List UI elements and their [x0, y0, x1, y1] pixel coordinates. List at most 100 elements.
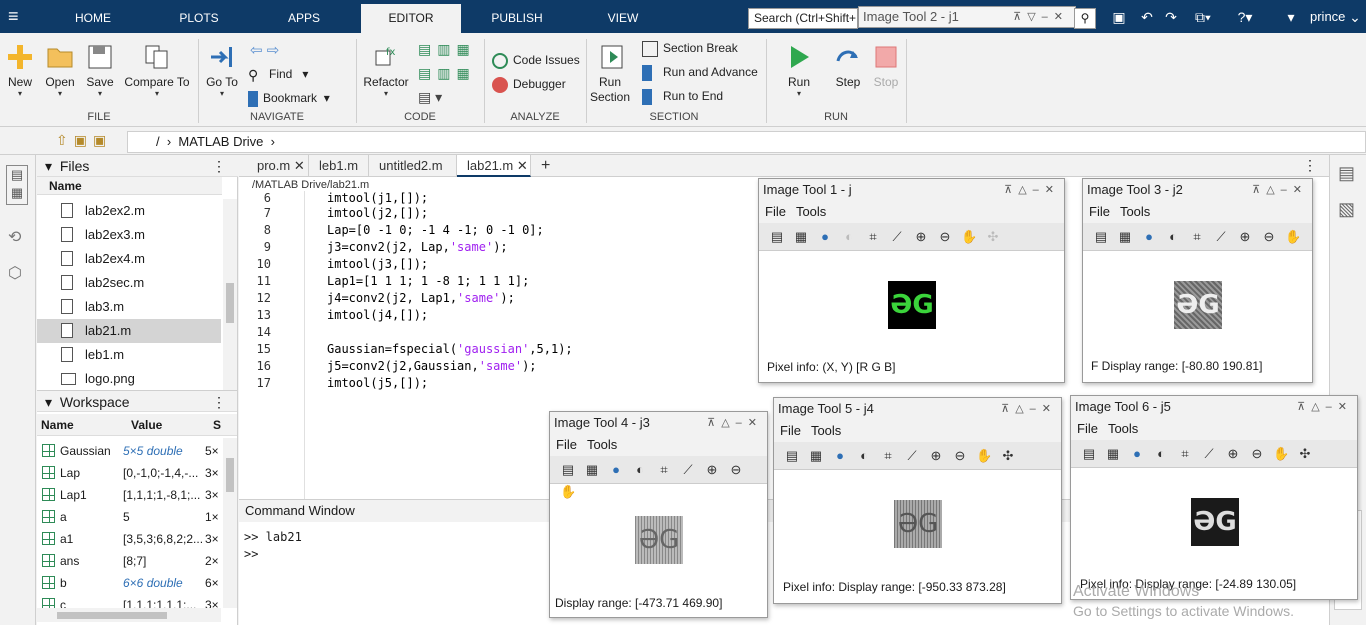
tab-leb1[interactable]: leb1.m ✕: [309, 155, 369, 195]
code-line[interactable]: j4=conv2(j2, Lap1,'same');: [327, 291, 515, 305]
table-row[interactable]: a1 [3,5,3;6,8,2;2... 3×: [37, 528, 237, 550]
code-line[interactable]: imtool(j3,[]);: [327, 257, 428, 271]
folder-nav-icons[interactable]: ⇧▣▣: [56, 132, 112, 149]
table-row[interactable]: a 5 1×: [37, 506, 237, 528]
image-tool-1-window[interactable]: Image Tool 1 - j ⊼△–✕ File Tools ▤ ▦ ● ◐ ⌗ ⟋ ⊕ ⊖…: [758, 178, 1065, 383]
list-item[interactable]: lab2ex4.m: [37, 247, 221, 271]
command-prompt[interactable]: >>: [244, 547, 258, 561]
search-input[interactable]: Search (Ctrl+Shift+: [748, 8, 858, 29]
contrast-icon[interactable]: ◐: [841, 229, 857, 245]
export-icon[interactable]: ▦: [1105, 446, 1121, 462]
zoom-in-icon[interactable]: ⊕: [1225, 446, 1241, 462]
pixel-region-icon[interactable]: ✣: [985, 229, 1001, 245]
crop-icon[interactable]: ⌗: [880, 448, 896, 464]
col-name[interactable]: Name: [41, 414, 74, 436]
code-line[interactable]: imtool(j2,[]);: [327, 206, 428, 220]
open-button[interactable]: Open ▾: [42, 43, 78, 98]
contrast-icon[interactable]: ◐: [1165, 229, 1181, 245]
current-folder-path[interactable]: / › MATLAB Drive ›: [127, 131, 1366, 153]
menu-tools[interactable]: Tools: [587, 437, 617, 452]
workspace-hscrollbar[interactable]: [37, 608, 221, 622]
export-icon[interactable]: ▦: [793, 229, 809, 245]
ruler-icon[interactable]: ⟋: [889, 229, 905, 245]
workspace-header[interactable]: ▾ Workspace ⋮: [37, 390, 237, 412]
ruler-icon[interactable]: ⟋: [1201, 446, 1217, 462]
info-icon[interactable]: ●: [832, 448, 848, 464]
crop-icon[interactable]: ⌗: [1177, 446, 1193, 462]
menu-file[interactable]: File: [1077, 421, 1098, 436]
new-figure-icon[interactable]: ▤: [1081, 446, 1097, 462]
menu-tools[interactable]: Tools: [1108, 421, 1138, 436]
user-name[interactable]: prince: [1310, 9, 1345, 24]
history-icon[interactable]: ⟲: [8, 227, 21, 247]
files-scrollbar[interactable]: [223, 199, 237, 390]
image-tool-5-window[interactable]: Image Tool 5 - j4 ⊼△–✕ File Tools ▤ ▦ ● ◐ ⌗ ⟋ ⊕…: [773, 397, 1062, 604]
list-item[interactable]: leb1.m: [37, 343, 221, 367]
window-controls[interactable]: ⊼△–✕: [1001, 398, 1057, 420]
info-icon[interactable]: ●: [1129, 446, 1145, 462]
properties-icon[interactable]: ▧: [1338, 199, 1355, 220]
image-tool-4-window[interactable]: Image Tool 4 - j3 ⊼△–✕ File Tools ▤ ▦ ● ◐ ⌗ ⟋ ⊕…: [549, 411, 768, 618]
zoom-out-icon[interactable]: ⊖: [728, 462, 744, 478]
tab-editor[interactable]: EDITOR: [361, 4, 461, 33]
export-icon[interactable]: ▦: [808, 448, 824, 464]
list-item[interactable]: lab2sec.m: [37, 271, 221, 295]
indent-icon[interactable]: ▤ ▾: [418, 89, 442, 106]
window-layout-icon[interactable]: ⧉▾: [1190, 8, 1216, 26]
code-line[interactable]: Gaussian=fspecial('gaussian',5,1);: [327, 342, 573, 356]
code-line[interactable]: imtool(j1,[]);: [327, 191, 428, 205]
run-advance-button[interactable]: Run and Advance: [642, 65, 758, 81]
editor-options-icon[interactable]: ⋮: [1303, 157, 1317, 174]
chevron-down-icon[interactable]: ⌄: [1346, 8, 1364, 26]
goto-button[interactable]: Go To ▾: [204, 43, 240, 98]
menu-tools[interactable]: Tools: [796, 204, 826, 219]
scrollbar-thumb[interactable]: [226, 283, 234, 323]
pan-icon[interactable]: ✋: [560, 484, 576, 500]
redo-icon[interactable]: ↷: [1162, 8, 1180, 26]
contrast-icon[interactable]: ◐: [1153, 446, 1169, 462]
pan-icon[interactable]: ✋: [1273, 446, 1289, 462]
window-controls[interactable]: ⊼△–✕: [707, 412, 763, 434]
new-tab-button[interactable]: +: [531, 155, 555, 177]
menu-file[interactable]: File: [1089, 204, 1110, 219]
tab-plots[interactable]: PLOTS: [163, 4, 235, 33]
code-line[interactable]: j5=conv2(j2,Gaussian,'same');: [327, 359, 537, 373]
tab-pro[interactable]: pro.m ✕: [247, 155, 309, 177]
search-icon[interactable]: ⚲: [1074, 8, 1096, 29]
zoom-out-icon[interactable]: ⊖: [1249, 446, 1265, 462]
menu-file[interactable]: File: [765, 204, 786, 219]
run-button[interactable]: Run ▾: [782, 43, 816, 98]
new-figure-icon[interactable]: ▤: [784, 448, 800, 464]
compare-button[interactable]: Compare To ▾: [122, 43, 192, 98]
code-issues-button[interactable]: Code Issues: [492, 53, 580, 69]
info-icon[interactable]: ●: [1141, 229, 1157, 245]
files-name-column[interactable]: Name: [37, 177, 222, 195]
find-button[interactable]: ⚲ Find ▾: [248, 67, 308, 83]
help-icon[interactable]: ?▾: [1230, 8, 1260, 26]
ruler-icon[interactable]: ⟋: [904, 448, 920, 464]
code-tools-icons[interactable]: ▤▥▦: [418, 41, 476, 58]
run-end-button[interactable]: Run to End: [642, 89, 723, 105]
undo-icon[interactable]: ↶: [1138, 8, 1156, 26]
menu-tools[interactable]: Tools: [811, 423, 841, 438]
pan-icon[interactable]: ✋: [961, 229, 977, 245]
contrast-icon[interactable]: ◐: [632, 462, 648, 478]
pixel-region-icon[interactable]: ✣: [1297, 446, 1313, 462]
new-figure-icon[interactable]: ▤: [769, 229, 785, 245]
menu-file[interactable]: File: [556, 437, 577, 452]
crop-icon[interactable]: ⌗: [1189, 229, 1205, 245]
table-row[interactable]: Gaussian 5×5 double 5×: [37, 440, 237, 462]
export-icon[interactable]: ▦: [584, 462, 600, 478]
zoom-in-icon[interactable]: ⊕: [913, 229, 929, 245]
code-line[interactable]: j3=conv2(j2, Lap,'same');: [327, 240, 508, 254]
tab-untitled2[interactable]: untitled2.m ✕: [369, 155, 457, 195]
col-size[interactable]: S: [213, 414, 221, 436]
table-row[interactable]: b 6×6 double 6×: [37, 572, 237, 594]
info-icon[interactable]: ●: [608, 462, 624, 478]
zoom-out-icon[interactable]: ⊖: [937, 229, 953, 245]
contrast-icon[interactable]: ◐: [856, 448, 872, 464]
code-line[interactable]: Lap=[0 -1 0; -1 4 -1; 0 -1 0];: [327, 223, 544, 237]
export-icon[interactable]: ▦: [1117, 229, 1133, 245]
window-controls[interactable]: ⊼△–✕: [1252, 179, 1308, 201]
run-section-button[interactable]: Run Section: [590, 43, 634, 105]
